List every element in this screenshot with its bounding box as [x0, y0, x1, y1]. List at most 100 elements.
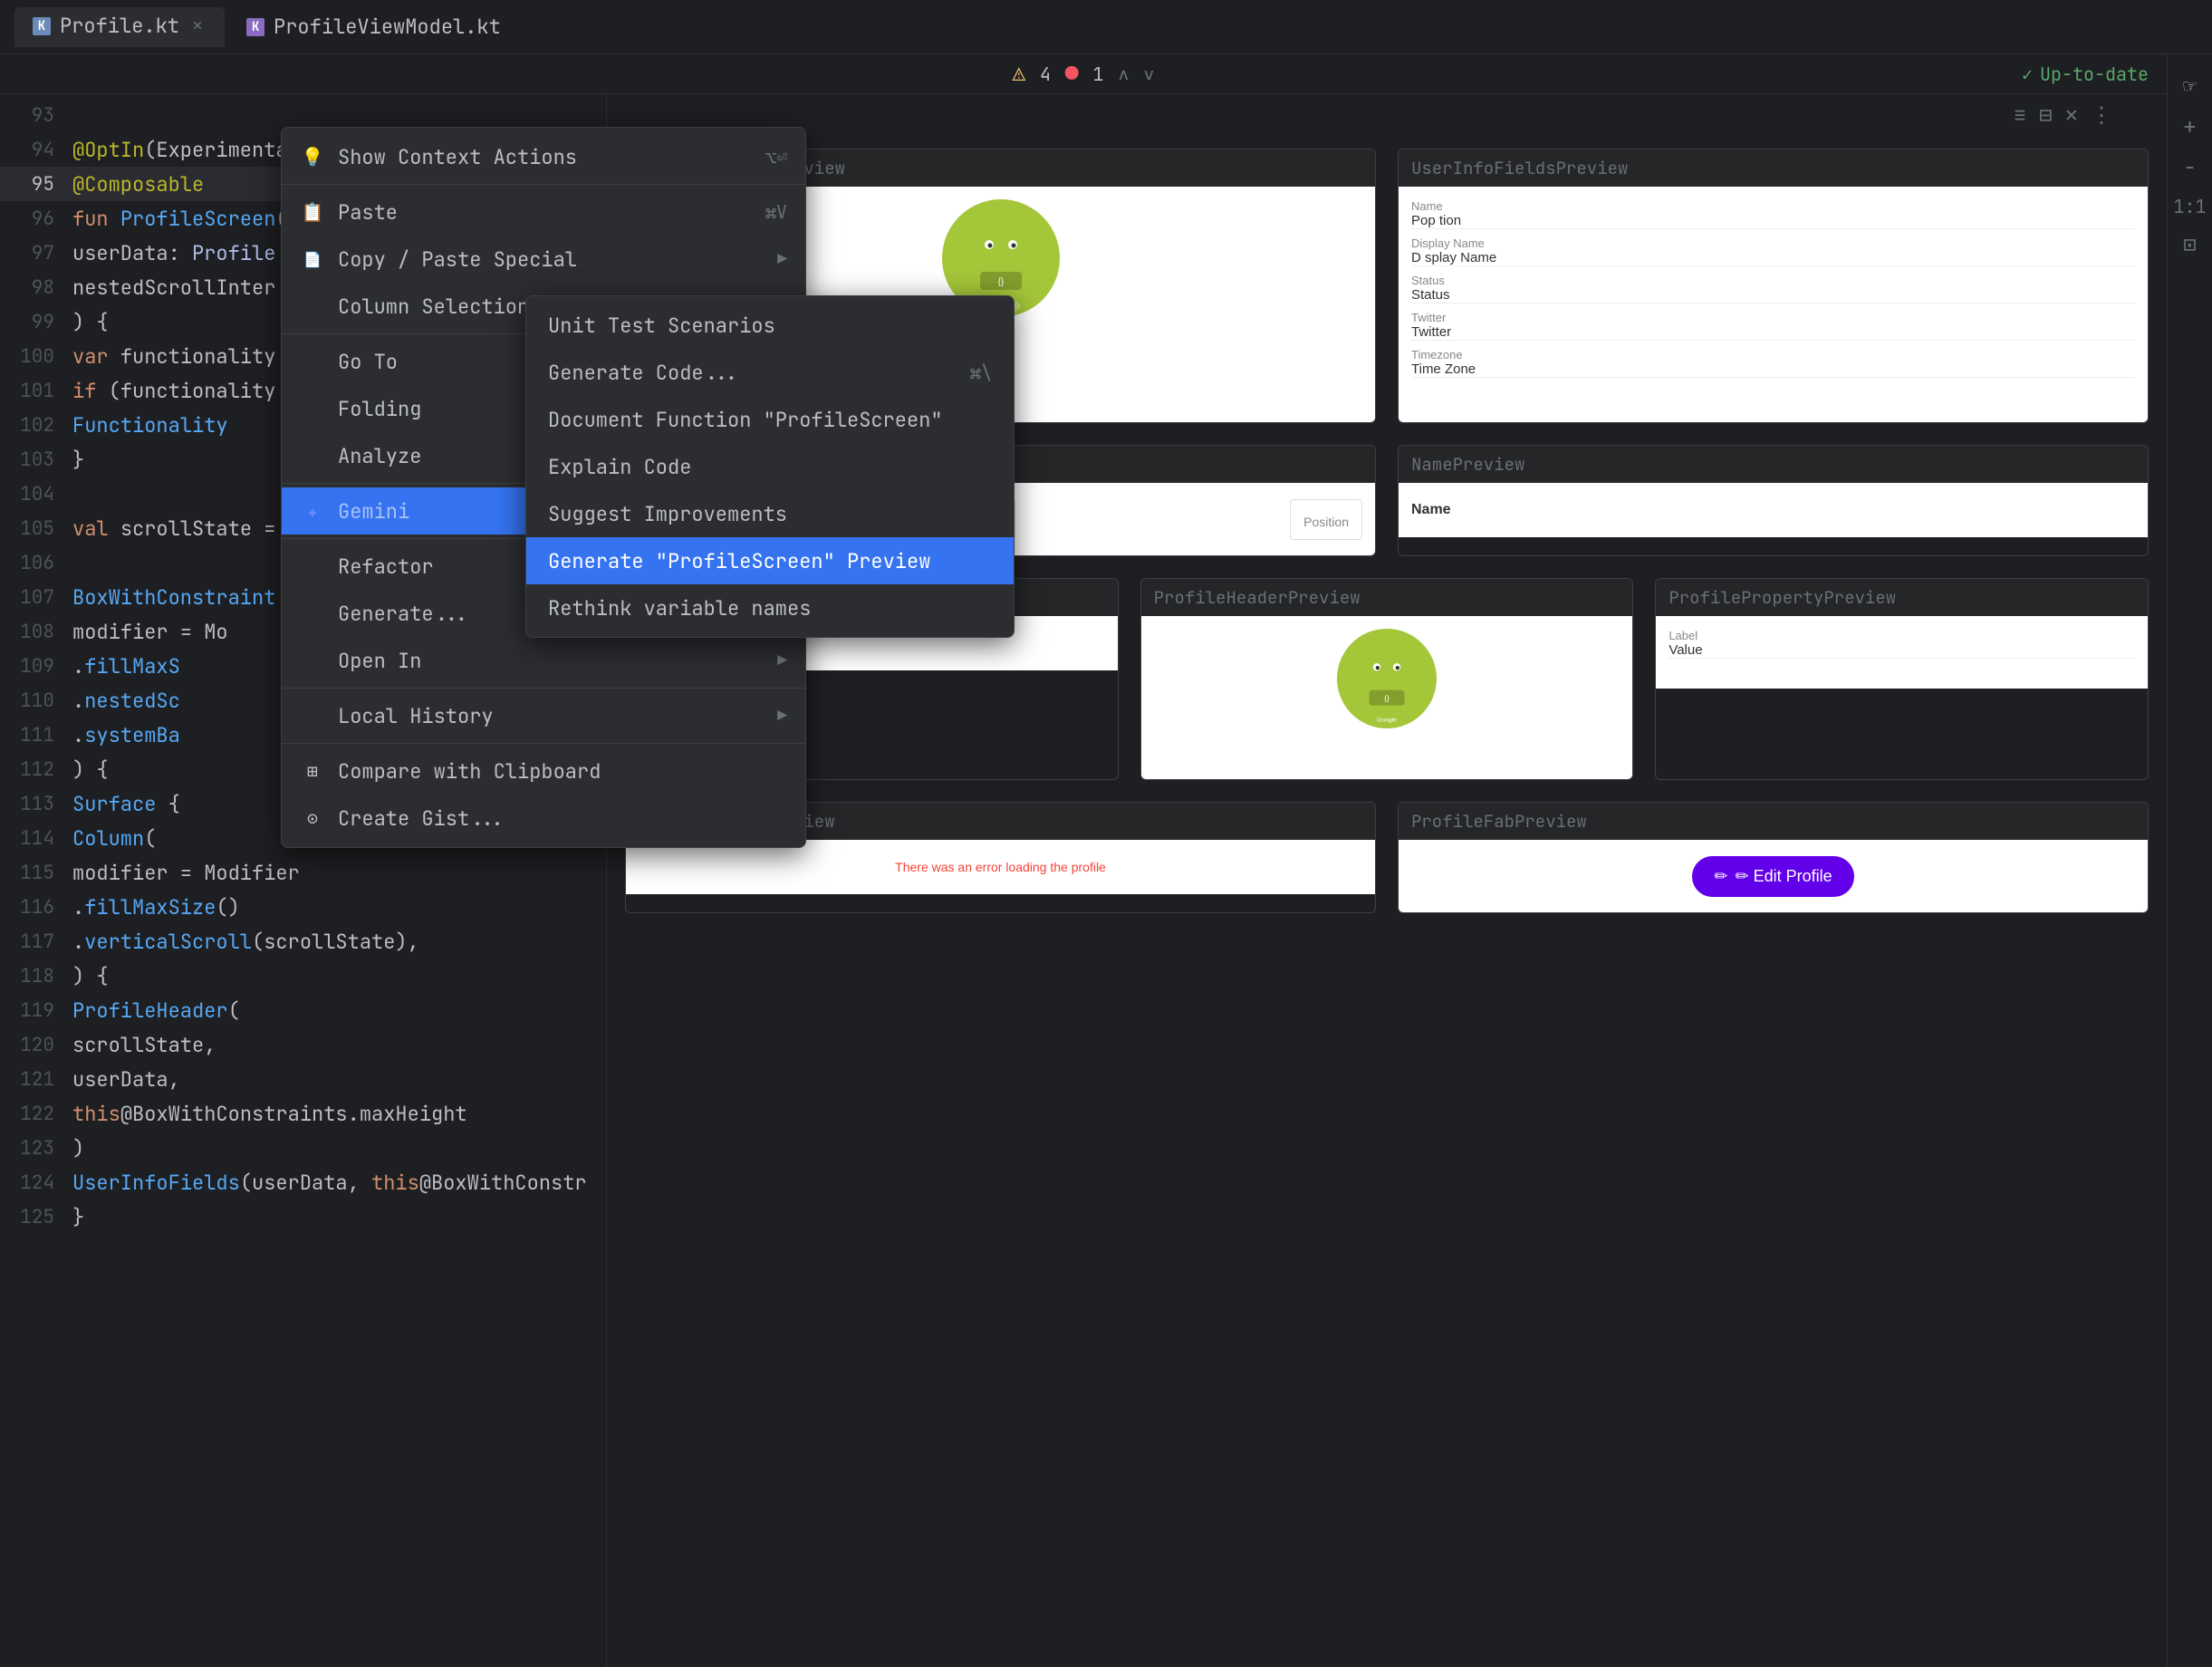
- generate-preview-label: Generate "ProfileScreen" Preview: [548, 548, 930, 574]
- code-line-119: 119 ProfileHeader(: [0, 993, 606, 1027]
- chevron-down[interactable]: ∨: [1143, 63, 1154, 86]
- error-icon: ●: [1065, 60, 1078, 88]
- submenu-rethink-variables[interactable]: Rethink variable names: [526, 584, 1014, 631]
- toolbar-close-icon[interactable]: ✕: [2065, 101, 2078, 130]
- folding-icon: [300, 396, 325, 421]
- menu-item-show-context-actions[interactable]: 💡 Show Context Actions ⌥⏎: [282, 133, 805, 180]
- explain-code-label: Explain Code: [548, 454, 691, 480]
- preview-card-fab: ProfileFabPreview ✏ ✏ Edit Profile: [1398, 802, 2149, 913]
- property-fields: Label Value: [1669, 629, 2135, 659]
- preview-body-name: Name: [1399, 483, 2148, 537]
- code-line-117: 117 .verticalScroll(scrollState),: [0, 924, 606, 959]
- local-history-label: Local History: [338, 703, 765, 729]
- zoom-out-icon[interactable]: −: [2183, 154, 2196, 182]
- paste-label: Paste: [338, 199, 753, 226]
- tab-profilevm-kt[interactable]: K ProfileViewModel.kt: [228, 7, 519, 47]
- error-count: 1: [1092, 63, 1103, 86]
- code-line-122: 122 this@BoxWithConstraints.maxHeight: [0, 1096, 606, 1131]
- gemini-star-icon: ✦: [300, 498, 325, 524]
- code-line-115: 115 modifier = Modifier: [0, 855, 606, 890]
- field-timezone: Timezone Time Zone: [1411, 348, 2135, 378]
- fit-screen-icon[interactable]: ⊡: [2183, 231, 2196, 259]
- unit-test-label: Unit Test Scenarios: [548, 313, 775, 339]
- show-context-actions-label: Show Context Actions: [338, 144, 753, 170]
- preview-body-error: There was an error loading the profile: [626, 840, 1375, 894]
- submenu-generate-preview[interactable]: Generate "ProfileScreen" Preview: [526, 537, 1014, 584]
- gist-icon: ⊙: [300, 805, 325, 831]
- column-icon: [300, 294, 325, 319]
- open-in-arrow: ▶: [777, 650, 787, 671]
- warning-icon: ⚠: [1013, 60, 1025, 88]
- preview-body-header: {} Google: [1141, 616, 1633, 779]
- zoom-reset-icon[interactable]: 1:1: [2174, 195, 2207, 218]
- preview-grid-row4: ProfileErrorPreview There was an error l…: [625, 802, 2149, 913]
- generate-code-shortcut: ⌘\: [970, 361, 992, 384]
- code-line-125: 125 }: [0, 1200, 606, 1234]
- tab-profile-kt[interactable]: K Profile.kt ✕: [14, 7, 225, 47]
- paste-icon: 📋: [300, 199, 325, 225]
- chevron-up[interactable]: ∧: [1118, 63, 1129, 86]
- gemini-submenu: Unit Test Scenarios Generate Code... ⌘\ …: [525, 295, 1015, 638]
- tab-icon-vm: K: [246, 18, 264, 36]
- code-line-118: 118 ) {: [0, 959, 606, 993]
- submenu-document-function[interactable]: Document Function "ProfileScreen": [526, 396, 1014, 443]
- lightbulb-icon: 💡: [300, 144, 325, 169]
- analyze-icon: [300, 443, 325, 468]
- preview-body-fab: ✏ ✏ Edit Profile: [1399, 840, 2148, 912]
- right-toolbar: ☞ + − 1:1 ⊡: [2167, 54, 2212, 1667]
- separator-1: [282, 184, 805, 185]
- submenu-unit-test[interactable]: Unit Test Scenarios: [526, 302, 1014, 349]
- copy-paste-icon: 📄: [300, 246, 325, 272]
- code-line-121: 121 userData,: [0, 1062, 606, 1096]
- menu-item-local-history[interactable]: Local History ▶: [282, 692, 805, 739]
- error-text-preview: There was an error loading the profile: [895, 860, 1106, 874]
- submenu-explain-code[interactable]: Explain Code: [526, 443, 1014, 490]
- zoom-in-icon[interactable]: +: [2183, 113, 2196, 141]
- suggest-improvements-label: Suggest Improvements: [548, 501, 787, 527]
- name-value: Name: [1411, 502, 1451, 518]
- submenu-generate-code[interactable]: Generate Code... ⌘\: [526, 349, 1014, 396]
- show-context-actions-shortcut: ⌥⏎: [765, 145, 787, 169]
- menu-item-copy-paste-special[interactable]: 📄 Copy / Paste Special ▶: [282, 236, 805, 283]
- menu-item-create-gist[interactable]: ⊙ Create Gist...: [282, 795, 805, 842]
- open-in-label: Open In: [338, 648, 765, 674]
- svg-text:{}: {}: [997, 277, 1004, 287]
- field-twitter: Twitter Twitter: [1411, 311, 2135, 341]
- edit-icon: ✏: [1714, 867, 1727, 886]
- up-to-date-status: ✓ Up-to-date: [2022, 63, 2149, 86]
- tab-close-profile[interactable]: ✕: [188, 17, 207, 35]
- menu-item-compare-clipboard[interactable]: ⊞ Compare with Clipboard: [282, 747, 805, 795]
- menu-item-open-in[interactable]: Open In ▶: [282, 637, 805, 684]
- document-function-label: Document Function "ProfileScreen": [548, 407, 943, 433]
- fab-button[interactable]: ✏ ✏ Edit Profile: [1692, 856, 1853, 897]
- generate-code-label: Generate Code...: [548, 360, 739, 386]
- fab-label: ✏ Edit Profile: [1735, 867, 1832, 886]
- gist-label: Create Gist...: [338, 805, 787, 832]
- separator-6: [282, 743, 805, 744]
- toolbar-grid-icon[interactable]: ≡: [2014, 101, 2026, 130]
- property-label: Label: [1669, 629, 2135, 642]
- svg-text:Google: Google: [1377, 717, 1397, 723]
- submenu-suggest-improvements[interactable]: Suggest Improvements: [526, 490, 1014, 537]
- hand-tool-icon[interactable]: ☞: [2183, 72, 2196, 101]
- preview-card-user-info: UserInfoFieldsPreview Name Pop tion Disp…: [1398, 149, 2149, 423]
- preview-body-user-info: Name Pop tion Display Name D splay Name …: [1399, 187, 2148, 422]
- menu-item-paste[interactable]: 📋 Paste ⌘V: [282, 188, 805, 236]
- open-in-icon: [300, 648, 325, 673]
- rethink-variables-label: Rethink variable names: [548, 595, 811, 622]
- toolbar-split-icon[interactable]: ⊟: [2039, 101, 2052, 130]
- local-history-arrow: ▶: [777, 706, 787, 727]
- toolbar-more-icon[interactable]: ⋮: [2091, 101, 2112, 130]
- code-line-120: 120 scrollState,: [0, 1027, 606, 1062]
- svg-text:{}: {}: [1384, 694, 1390, 703]
- compare-icon: ⊞: [300, 758, 325, 784]
- refactor-icon: [300, 554, 325, 579]
- preview-title-user-info: UserInfoFieldsPreview: [1399, 149, 2148, 187]
- goto-icon: [300, 349, 325, 374]
- preview-card-name: NamePreview Name: [1398, 445, 2149, 556]
- file-status-bar: ⚠ 4 ● 1 ∧ ∨ ✓ Up-to-date: [0, 54, 2167, 94]
- preview-card-header: ProfileHeaderPreview: [1140, 578, 1634, 780]
- preview-toolbar: ≡ ⊟ ✕ ⋮: [2014, 101, 2112, 130]
- paste-shortcut: ⌘V: [765, 200, 787, 224]
- field-name: Name Pop tion: [1411, 199, 2135, 229]
